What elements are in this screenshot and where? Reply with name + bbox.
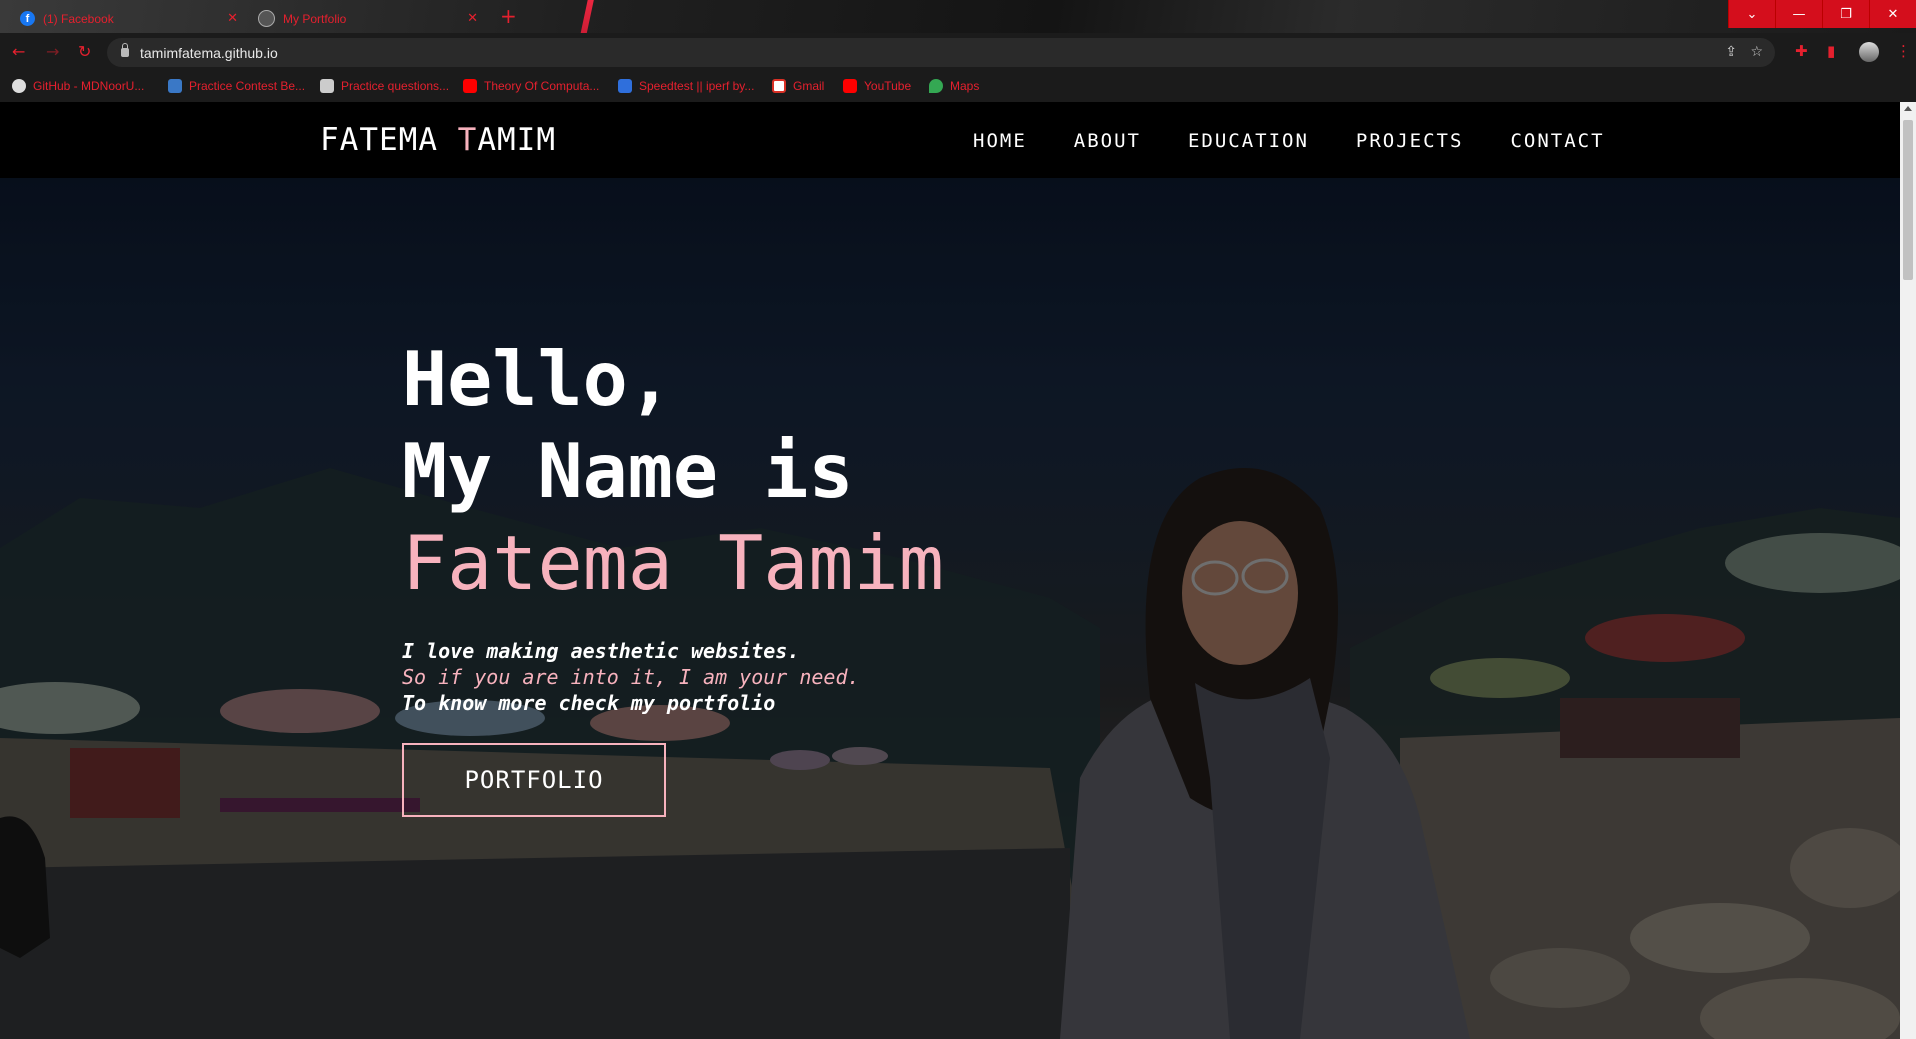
site-menu: HOME ABOUT EDUCATION PROJECTS CONTACT — [973, 130, 1652, 152]
youtube-icon — [463, 79, 477, 93]
hero-heading: Hello, My Name is Fatema Tamim — [402, 333, 944, 609]
github-icon — [12, 79, 26, 93]
webpage-viewport: FATEMA TAMIM HOME ABOUT EDUCATION PROJEC… — [0, 102, 1900, 1039]
scrollbar-thumb[interactable] — [1903, 120, 1913, 280]
nav-about-link[interactable]: ABOUT — [1074, 130, 1141, 152]
sidebar-icon[interactable]: ▮ — [1827, 42, 1835, 60]
bookmark-youtube[interactable]: YouTube — [843, 79, 911, 93]
globe-icon — [258, 10, 275, 27]
tab-title: (1) Facebook — [43, 11, 114, 26]
hero-tagline: I love making aesthetic websites. So if … — [402, 638, 860, 716]
extensions-icon[interactable]: ✚ — [1795, 42, 1808, 60]
bookmark-speedtest[interactable]: Speedtest || iperf by... — [618, 79, 754, 93]
forward-icon[interactable]: → — [46, 42, 59, 61]
profile-avatar[interactable] — [1859, 42, 1879, 62]
site-navbar: FATEMA TAMIM HOME ABOUT EDUCATION PROJEC… — [0, 102, 1900, 178]
window-controls: ⌄ — ❐ ✕ — [1728, 0, 1916, 28]
menu-kebab-icon[interactable]: ⋮ — [1896, 42, 1911, 60]
logo-text: AMIM — [477, 122, 556, 158]
bookmarks-bar: GitHub - MDNoorU... Practice Contest Be.… — [0, 71, 1916, 103]
hero-dark-overlay — [0, 178, 1900, 1039]
maps-icon — [929, 79, 943, 93]
hero-section: Hello, My Name is Fatema Tamim I love ma… — [0, 178, 1900, 1039]
tagline-line: So if you are into it, I am your need. — [402, 665, 860, 689]
url-text[interactable]: tamimfatema.github.io — [140, 45, 278, 61]
bookmark-leetcode[interactable]: Practice questions... — [320, 79, 449, 93]
address-bar-row: ← → ↻ tamimfatema.github.io ⇪ ☆ ✚ ▮ ⋮ — [0, 33, 1916, 71]
bookmark-vjudge[interactable]: Practice Contest Be... — [168, 79, 305, 93]
lock-icon[interactable] — [121, 43, 129, 57]
nav-projects-link[interactable]: PROJECTS — [1356, 130, 1464, 152]
tagline-line: To know more check my portfolio — [402, 691, 776, 715]
portfolio-button[interactable]: PORTFOLIO — [402, 743, 666, 817]
speedtest-icon — [618, 79, 632, 93]
tagline-line: I love making aesthetic websites. — [402, 639, 800, 663]
tab-title: My Portfolio — [283, 11, 347, 26]
page-scrollbar[interactable] — [1900, 102, 1916, 1039]
hero-line-name-is: My Name is — [402, 427, 854, 515]
bookmark-star-icon[interactable]: ☆ — [1750, 44, 1763, 60]
restore-button[interactable]: ❐ — [1822, 0, 1869, 28]
bookmark-label: Practice Contest Be... — [189, 79, 306, 93]
bookmark-theory-of-computation[interactable]: Theory Of Computa... — [463, 79, 599, 93]
nav-education-link[interactable]: EDUCATION — [1188, 130, 1309, 152]
nav-contact-link[interactable]: CONTACT — [1510, 130, 1604, 152]
address-bar[interactable]: tamimfatema.github.io ⇪ ☆ — [107, 38, 1775, 67]
bookmark-label: Gmail — [793, 79, 825, 93]
hero-name: Fatema Tamim — [402, 519, 944, 607]
leetcode-icon — [320, 79, 334, 93]
minimize-button[interactable]: — — [1775, 0, 1822, 28]
vjudge-icon — [168, 79, 182, 93]
bookmark-gmail[interactable]: Gmail — [772, 79, 824, 93]
tab-my-portfolio[interactable]: My Portfolio ✕ — [258, 4, 478, 33]
nav-home-link[interactable]: HOME — [973, 130, 1027, 152]
logo-accent-letter: T — [457, 122, 478, 158]
bookmark-label: Speedtest || iperf by... — [639, 79, 755, 93]
bookmark-label: Maps — [950, 79, 980, 93]
bookmark-label: GitHub - MDNoorU... — [33, 79, 145, 93]
tab-search-button[interactable]: ⌄ — [1728, 0, 1775, 28]
bookmark-maps[interactable]: Maps — [929, 79, 979, 93]
close-icon[interactable]: ✕ — [467, 10, 478, 26]
logo-text: FATEMA — [320, 122, 458, 158]
share-icon[interactable]: ⇪ — [1725, 44, 1737, 60]
browser-tab-strip: f (1) Facebook ✕ My Portfolio ✕ + ⌄ — ❐ … — [0, 0, 1916, 33]
site-logo[interactable]: FATEMA TAMIM — [320, 122, 556, 158]
bookmark-label: YouTube — [864, 79, 912, 93]
gmail-icon — [772, 79, 786, 93]
bookmark-label: Practice questions... — [341, 79, 450, 93]
bookmark-label: Theory Of Computa... — [484, 79, 600, 93]
scroll-up-arrow-icon[interactable] — [1904, 106, 1912, 111]
close-window-button[interactable]: ✕ — [1869, 0, 1916, 28]
hero-line-hello: Hello, — [402, 335, 673, 423]
bookmark-github[interactable]: GitHub - MDNoorU... — [12, 79, 144, 93]
tab-facebook[interactable]: f (1) Facebook ✕ — [20, 4, 238, 33]
reload-icon[interactable]: ↻ — [78, 42, 91, 61]
back-icon[interactable]: ← — [12, 42, 25, 61]
facebook-icon: f — [20, 11, 35, 26]
new-tab-button[interactable]: + — [500, 4, 517, 28]
youtube-icon — [843, 79, 857, 93]
close-icon[interactable]: ✕ — [227, 10, 238, 26]
theme-decoration — [560, 0, 596, 33]
